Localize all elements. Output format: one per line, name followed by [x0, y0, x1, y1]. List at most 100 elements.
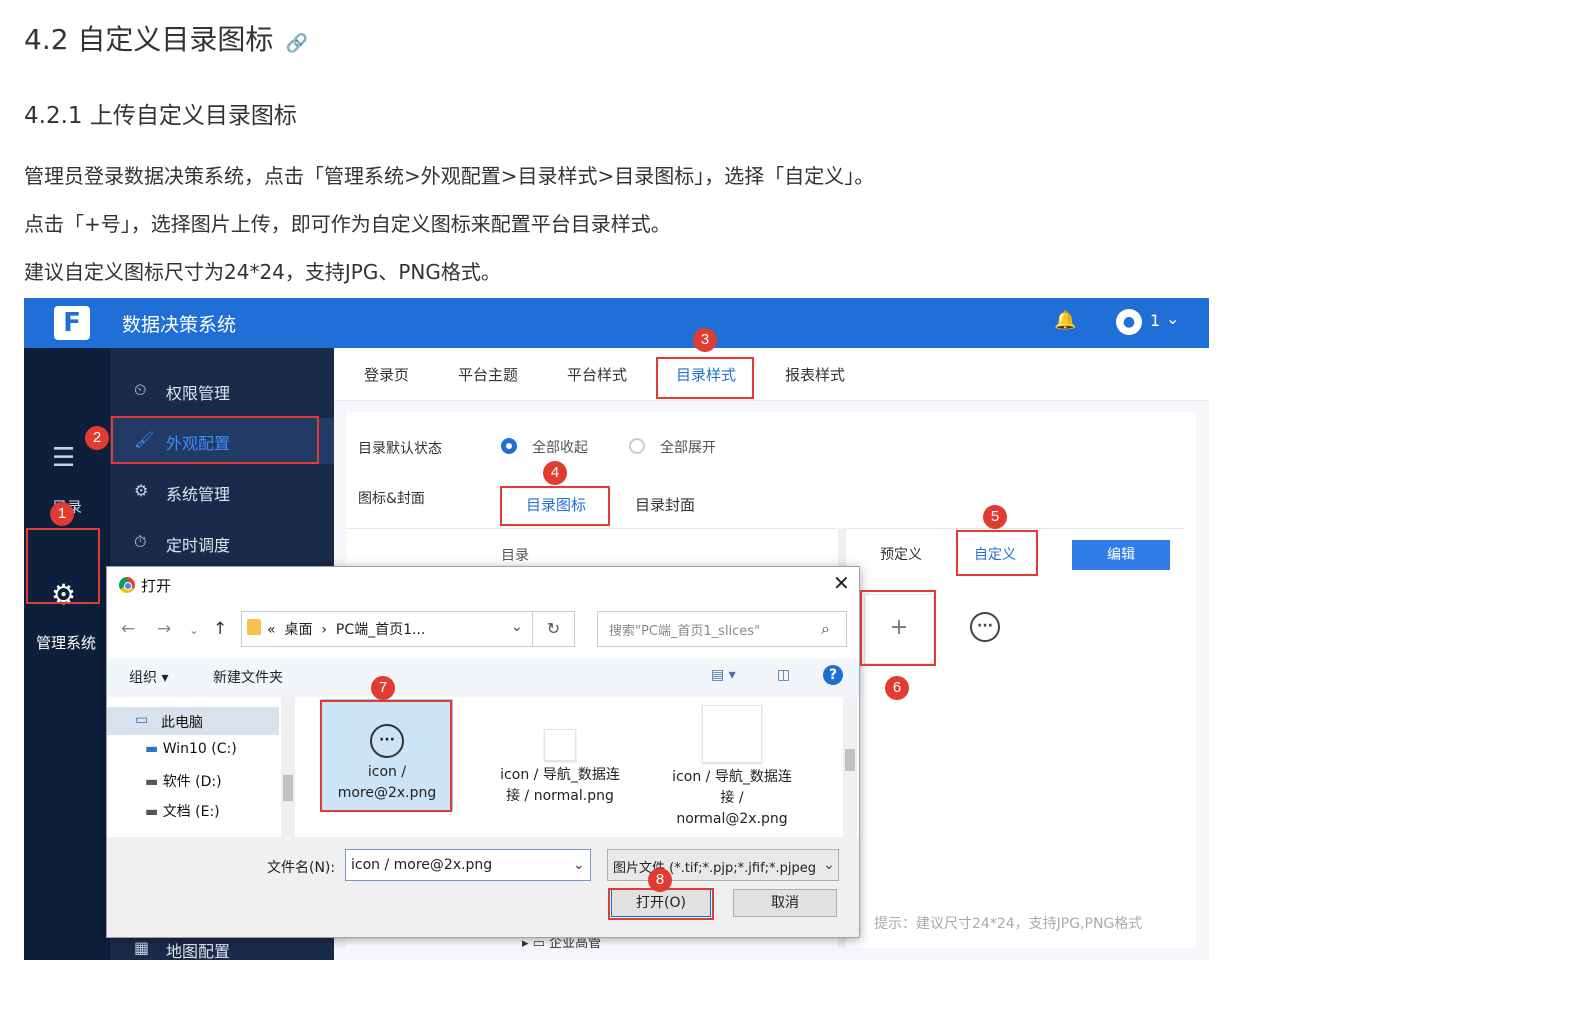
chevron-down-icon[interactable]: ⌄ — [1166, 309, 1179, 328]
search-placeholder: 搜索"PC端_首页1_slices" — [609, 624, 761, 639]
image-thumbnail — [544, 729, 576, 761]
help-icon[interactable]: ? — [823, 665, 843, 685]
divider — [346, 528, 836, 529]
tab-bar: 登录页 平台主题 平台样式 目录样式 报表样式 — [334, 348, 1209, 401]
highlight-directory-style — [656, 357, 754, 399]
file-item-normal-2x[interactable]: icon / 导航_数据连接 / normal@2x.png — [667, 699, 797, 831]
view-icon[interactable]: ▤ ▾ — [711, 667, 736, 683]
file-item-normal[interactable]: icon / 导航_数据连接 / normal.png — [495, 699, 625, 831]
map-icon: ▦ — [134, 938, 150, 957]
filetype-value[interactable]: 图片文件 (*.tif;*.pjp;*.jfif;*.pjpeg — [613, 857, 819, 876]
callout-badge: 5 — [983, 505, 1007, 529]
tree-header: 目录 — [501, 548, 529, 564]
edit-button[interactable]: 编辑 — [1072, 540, 1170, 570]
forward-arrow-icon[interactable]: → — [157, 619, 171, 639]
more-icon[interactable]: ··· — [970, 612, 1000, 642]
menu-item-permissions[interactable]: ⏲ 权限管理 — [110, 368, 334, 414]
tab-platform-theme[interactable]: 平台主题 — [458, 364, 518, 385]
chevron-down-icon[interactable]: ⌄ — [511, 619, 523, 635]
radio-expand-label[interactable]: 全部展开 — [660, 437, 716, 457]
files-scrollbar[interactable] — [843, 697, 857, 837]
chrome-icon — [119, 577, 135, 593]
sub-tab-directory-cover[interactable]: 目录封面 — [635, 494, 695, 515]
menu-item-schedule[interactable]: ⏱ 定时调度 — [110, 520, 334, 566]
radio-collapse-label[interactable]: 全部收起 — [532, 437, 588, 457]
drive-icon: ▬ — [145, 741, 159, 757]
close-icon[interactable]: ✕ — [833, 571, 850, 595]
menu-item-system[interactable]: ⚙ 系统管理 — [110, 469, 334, 515]
recent-chevron-icon[interactable]: ⌄ — [189, 623, 199, 637]
app-screenshot: F 数据决策系统 🔔 ● 1 ⌄ ☰ 目录 ⚙ 管理系统 ✎ ⏲ 权限管理 🖌 … — [24, 298, 1209, 960]
highlight-directory-icon — [500, 486, 610, 526]
top-bar: F 数据决策系统 🔔 ● 1 ⌄ — [24, 298, 1209, 348]
search-icon[interactable]: ⌕ — [821, 619, 830, 639]
computer-icon: ▭ — [135, 712, 149, 728]
refresh-icon[interactable]: ↻ — [533, 611, 575, 647]
app-title: 数据决策系统 — [122, 314, 237, 336]
callout-badge: 6 — [885, 676, 909, 700]
highlight-custom — [956, 530, 1038, 576]
tab-report-style[interactable]: 报表样式 — [785, 364, 845, 385]
divider — [846, 528, 1184, 529]
size-hint: 提示：建议尺寸24*24，支持JPG,PNG格式 — [874, 916, 1143, 932]
highlight-admin — [26, 528, 100, 604]
paragraph: 点击「+号」，选择图片上传，即可作为自定义图标来配置平台目录样式。 — [24, 212, 671, 236]
highlight-add — [860, 590, 936, 666]
anchor-link-icon[interactable]: 🔗 — [285, 33, 307, 54]
back-arrow-icon[interactable]: ← — [121, 619, 135, 639]
nav-item-drive-c[interactable]: ▬ Win10 (C:) — [145, 741, 237, 757]
scrollbar-thumb[interactable] — [283, 775, 293, 801]
filename-value[interactable]: icon / more@2x.png — [351, 857, 492, 873]
nav-item-drive-d[interactable]: ▬ 软件 (D:) — [145, 771, 222, 791]
bell-icon[interactable]: 🔔 — [1054, 310, 1076, 331]
organize-menu[interactable]: 组织 ▾ — [129, 667, 168, 687]
drive-icon: ▬ — [145, 774, 159, 790]
nav-scrollbar[interactable] — [281, 697, 295, 837]
tab-login-page[interactable]: 登录页 — [364, 364, 409, 385]
paragraph: 建议自定义图标尺寸为24*24，支持JPG、PNG格式。 — [24, 260, 501, 284]
radio-collapse-all[interactable] — [501, 438, 517, 454]
up-arrow-icon[interactable]: ↑ — [213, 619, 227, 639]
rail-admin-label[interactable]: 管理系统 — [36, 632, 96, 653]
filename-label: 文件名(N): — [267, 860, 336, 876]
navigation-pane: ▭ 此电脑 ▬ Win10 (C:) ▬ 软件 (D:) ▬ 文档 (E:) — [107, 697, 303, 837]
image-thumbnail — [702, 705, 762, 763]
callout-badge: 2 — [85, 426, 109, 450]
file-open-dialog: 打开 ✕ ← → ⌄ ↑ « 桌面 › PC端_首页1... ⌄ ↻ 搜索"PC… — [106, 566, 860, 938]
callout-badge: 8 — [648, 868, 672, 892]
radio-expand-all[interactable] — [629, 438, 645, 454]
icon-cover-label: 图标&封面 — [358, 491, 425, 507]
breadcrumb[interactable]: « 桌面 › PC端_首页1... — [267, 619, 425, 639]
timer-icon: ⏱ — [134, 532, 147, 551]
clock-shield-icon: ⏲ — [134, 380, 147, 399]
drive-icon: ▬ — [145, 804, 159, 820]
chevron-down-icon[interactable]: ⌄ — [573, 857, 585, 873]
tab-platform-style[interactable]: 平台样式 — [567, 364, 627, 385]
gear-icon: ⚙ — [134, 481, 149, 500]
callout-badge: 3 — [693, 328, 717, 352]
cancel-button[interactable]: 取消 — [733, 889, 837, 917]
section-heading: 4.2 自定义目录图标 🔗 — [24, 23, 308, 56]
preview-pane-icon[interactable]: ◫ — [777, 667, 790, 683]
avatar[interactable]: ● — [1116, 309, 1142, 335]
scrollbar-thumb[interactable] — [845, 749, 855, 771]
list-icon[interactable]: ☰ — [52, 443, 75, 473]
nav-item-this-pc[interactable]: ▭ 此电脑 — [107, 707, 279, 735]
callout-badge: 7 — [371, 676, 395, 700]
callout-badge: 1 — [50, 502, 74, 526]
default-state-label: 目录默认状态 — [358, 441, 442, 457]
folder-icon — [247, 619, 261, 635]
subsection-heading: 4.2.1 上传自定义目录图标 — [24, 103, 297, 129]
new-folder-button[interactable]: 新建文件夹 — [213, 667, 283, 687]
chevron-down-icon[interactable]: ⌄ — [823, 857, 835, 873]
nav-item-drive-e[interactable]: ▬ 文档 (E:) — [145, 801, 220, 821]
dialog-title: 打开 — [141, 577, 172, 595]
paragraph: 管理员登录数据决策系统，点击「管理系统>外观配置>目录样式>目录图标」，选择「自… — [24, 164, 875, 188]
icon-tab-preset[interactable]: 预定义 — [880, 544, 922, 564]
user-name[interactable]: 1 — [1150, 311, 1160, 330]
highlight-appearance — [111, 416, 319, 464]
highlight-file — [320, 700, 452, 812]
callout-badge: 4 — [543, 461, 567, 485]
app-logo: F — [54, 306, 90, 340]
highlight-open — [608, 888, 714, 920]
